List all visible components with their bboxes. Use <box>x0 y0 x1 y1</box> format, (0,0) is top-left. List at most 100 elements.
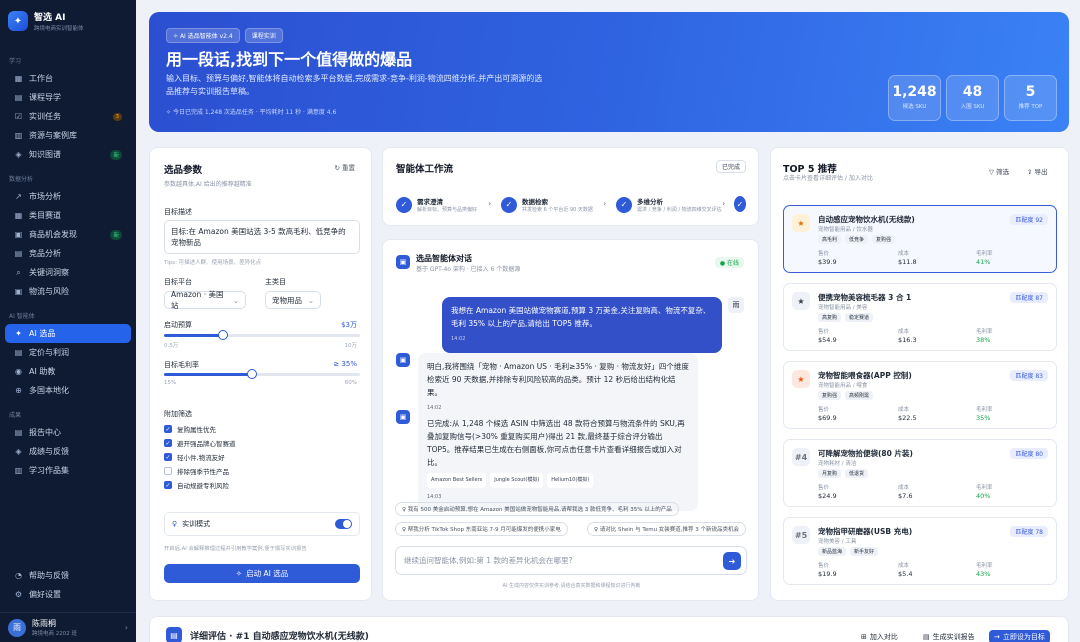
arrow-right-icon: → <box>994 633 1000 641</box>
goal-input[interactable]: 目标:在 Amazon 美国站选 3-5 款高毛利、低竞争的宠物新品 <box>164 220 360 254</box>
export-button[interactable]: ⇪ 导出 <box>1027 166 1048 176</box>
export-icon: ⇪ <box>1027 168 1033 176</box>
sidebar-item-label: 定价与利润 <box>29 348 69 357</box>
start-selection-button[interactable]: ✧ 启动 AI 选品 <box>164 564 360 583</box>
bot-icon: ▣ <box>396 410 410 424</box>
slider-handle[interactable] <box>217 330 228 340</box>
product-card[interactable]: ★ 宠物智能喂食器(APP 控制) 宠物智能用品 / 喂食 复购强 高频刚需 匹配度 83… <box>783 361 1057 429</box>
sidebar-item[interactable]: ▦ 类目赛道 <box>5 206 131 225</box>
chevron-right-icon[interactable]: › <box>125 623 128 632</box>
margin-label: 毛利率 <box>976 563 993 569</box>
sidebar-item[interactable]: ▤ 报告中心 <box>5 423 131 442</box>
filter-checkbox[interactable]: ✓ 复购属性优先 <box>164 424 216 434</box>
sidebar-item[interactable]: ⚙ 偏好设置 <box>5 585 131 604</box>
filter-checkbox[interactable]: ✓ 轻小件,物流友好 <box>164 452 225 462</box>
source-ref[interactable]: Amazon Best Sellers <box>427 473 487 488</box>
margin-label: 毛利率 <box>976 485 993 491</box>
hero-stat: ✧ 今日已完成 1,248 次选品任务 · 平均耗时 11 秒 · 满意度 4.… <box>166 109 337 116</box>
sidebar-item[interactable]: ▥ 学习作品集 <box>5 461 131 480</box>
slider-handle[interactable] <box>247 369 258 379</box>
training-mode-row: ♀ 实训模式 <box>164 512 360 536</box>
sidebar-item-label: 市场分析 <box>29 192 61 201</box>
suggestion-chip[interactable]: ♀ 请对比 Shein 与 Temu 女装赛道,推荐 3 个新锐品类机会 <box>587 522 747 536</box>
hero-description: 输入目标、预算与偏好,智能体将自动检索多平台数据,完成需求-竞争-利润-物流四维… <box>166 74 543 96</box>
product-card[interactable]: ★ 自动感应宠物饮水机(无线款) 宠物智能用品 / 饮水器 高毛利 低竞争 复购强 匹配度 … <box>783 205 1057 273</box>
params-panel: 选品参数 参数越具体,AI 给出的推荐越精准 ↻ 重置 目标描述 目标:在 Am… <box>149 147 372 601</box>
sidebar-item-label: 物流与风险 <box>29 287 69 296</box>
set-target-button[interactable]: → 立即设为目标 <box>989 630 1050 642</box>
compare-button[interactable]: ⊞ 加入对比 <box>856 630 903 642</box>
filter-checkbox[interactable]: ✓ 避开强品牌心智赛道 <box>164 438 236 448</box>
training-mode-toggle[interactable] <box>335 519 352 529</box>
margin-slider[interactable] <box>164 369 360 379</box>
product-name: 自动感应宠物饮水机(无线款) <box>818 215 915 224</box>
suggestion-chip[interactable]: ♀ 我有 500 美金启动预算,想在 Amazon 美国站做宠物智能用品,请帮我… <box>395 502 679 516</box>
check-icon: ✓ <box>501 196 517 213</box>
budget-slider[interactable] <box>164 330 360 340</box>
compare-icon: ⊞ <box>861 633 867 641</box>
nav-icon: ▣ <box>14 287 23 296</box>
sidebar-item[interactable]: ◔ 帮助与反馈 <box>5 566 131 585</box>
sidebar-item[interactable]: ▥ 资源与案例库 <box>5 126 131 145</box>
sidebar-item[interactable]: ⊕ 多国本地化 <box>5 381 131 400</box>
sidebar: ✦ 智选 AI 跨境电商实训智能体 学习 ▦ 工作台 ▤ 课程导学 ☑ 实训任务 3 ▥ 资源与… <box>0 0 136 642</box>
workflow-step-3[interactable]: ✓ 多维分析 需求 / 竞争 / 利润 / 物流四维交叉评估 <box>616 196 722 213</box>
filter-checkbox[interactable]: ✓ 自动规避专利风险 <box>164 480 229 490</box>
user-profile[interactable]: 雨 陈雨桐 跨境电商 2202 班 › <box>0 612 136 642</box>
filter-button[interactable]: ▽ 筛选 <box>989 166 1009 176</box>
source-ref[interactable]: Jungle Scout(模拟) <box>490 473 544 488</box>
product-card[interactable]: #4 可降解宠物拾便袋(80 片装) 宠物耗材 / 清洁 月复购 低退货 匹配度 80 售价… <box>783 439 1057 507</box>
workflow-step-1[interactable]: ✓ 需求澄清 解析目标、预算与品类偏好 <box>396 196 477 213</box>
filter-label-text: 自动规避专利风险 <box>177 482 229 490</box>
margin-label: 毛利率 <box>976 407 993 413</box>
sidebar-item[interactable]: ▣ 商品机会发现 新 <box>5 225 131 244</box>
product-tag: 新手友好 <box>850 547 879 556</box>
sidebar-item[interactable]: ↗ 市场分析 <box>5 187 131 206</box>
sidebar-item[interactable]: ▤ 竞品分析 <box>5 244 131 263</box>
reset-button[interactable]: ↻ 重置 <box>334 162 355 172</box>
kpi-candidate: 1,248 候选 SKU <box>888 75 941 121</box>
product-tag: 低竞争 <box>845 235 869 244</box>
workflow-step-2[interactable]: ✓ 数据检索 并发检索 6 个平台近 90 天数据 <box>501 196 593 213</box>
product-tag: 新品蓝海 <box>818 547 847 556</box>
nav-icon: ▥ <box>14 131 23 140</box>
sidebar-item[interactable]: ▣ 物流与风险 <box>5 282 131 301</box>
rank-icon: ★ <box>792 214 810 232</box>
chat-subtitle: 基于 GPT-4o 架构 · 已接入 6 个数据源 <box>416 266 521 273</box>
chat-input[interactable]: 继续追问智能体,例如:第 1 款的差异化机会在哪里? ➔ <box>395 546 747 575</box>
nav-icon: ☑ <box>14 112 23 121</box>
cost-label: 成本 <box>898 407 910 413</box>
source-ref[interactable]: Helium10(模拟) <box>547 473 594 488</box>
sidebar-item-label: 课程导学 <box>29 93 61 102</box>
product-card[interactable]: #5 宠物指甲研磨器(USB 充电) 宠物美容 / 工具 新品蓝海 新手友好 匹配度 78… <box>783 517 1057 585</box>
sidebar-item[interactable]: ☑ 实训任务 3 <box>5 107 131 126</box>
sidebar-item[interactable]: ▤ 课程导学 <box>5 88 131 107</box>
filter-checkbox[interactable]: 排除强季节性产品 <box>164 466 229 476</box>
budget-label: 启动预算 <box>164 321 192 329</box>
price-label: 售价 <box>818 329 830 335</box>
sidebar-item[interactable]: ◈ 知识图谱 新 <box>5 145 131 164</box>
product-name: 宠物指甲研磨器(USB 充电) <box>818 527 913 536</box>
sidebar-item-label: 商品机会发现 <box>29 230 77 239</box>
sidebar-item[interactable]: ◈ 成绩与反馈 <box>5 442 131 461</box>
sidebar-item-label: 帮助与反馈 <box>29 571 69 580</box>
report-button[interactable]: ▤ 生成实训报告 <box>918 630 980 642</box>
price-label: 售价 <box>818 563 830 569</box>
version-tag: ✧ AI 选品智能体 v2.4 <box>166 28 240 43</box>
check-icon: ✓ <box>616 196 632 213</box>
send-button[interactable]: ➔ <box>723 552 741 570</box>
margin-value: 43% <box>976 570 991 578</box>
sidebar-item[interactable]: ⌕ 关键词洞察 <box>5 263 131 282</box>
rank-icon: #4 <box>792 448 810 466</box>
sidebar-item[interactable]: ◉ AI 助教 <box>5 362 131 381</box>
category-select[interactable]: 宠物用品 ⌄ <box>265 291 321 309</box>
platform-select[interactable]: Amazon · 美国站 ⌄ <box>164 290 246 310</box>
sidebar-item[interactable]: ▦ 工作台 <box>5 69 131 88</box>
sidebar-item[interactable]: ▤ 定价与利润 <box>5 343 131 362</box>
sidebar-item[interactable]: ✦ AI 选品 <box>5 324 131 343</box>
product-tag: 高复购 <box>818 313 842 322</box>
product-name: 可降解宠物拾便袋(80 片装) <box>818 449 913 458</box>
section-data: 数据分析 <box>9 176 34 183</box>
product-card[interactable]: ★ 便携宠物美容梳毛器 3 合 1 宠物智能用品 / 美容 高复购 稳定赛道 匹配度 87… <box>783 283 1057 351</box>
suggestion-chip[interactable]: ♀ 帮我分析 TikTok Shop 东南亚站 7-9 月可能爆发的便携小家电 <box>395 522 568 536</box>
